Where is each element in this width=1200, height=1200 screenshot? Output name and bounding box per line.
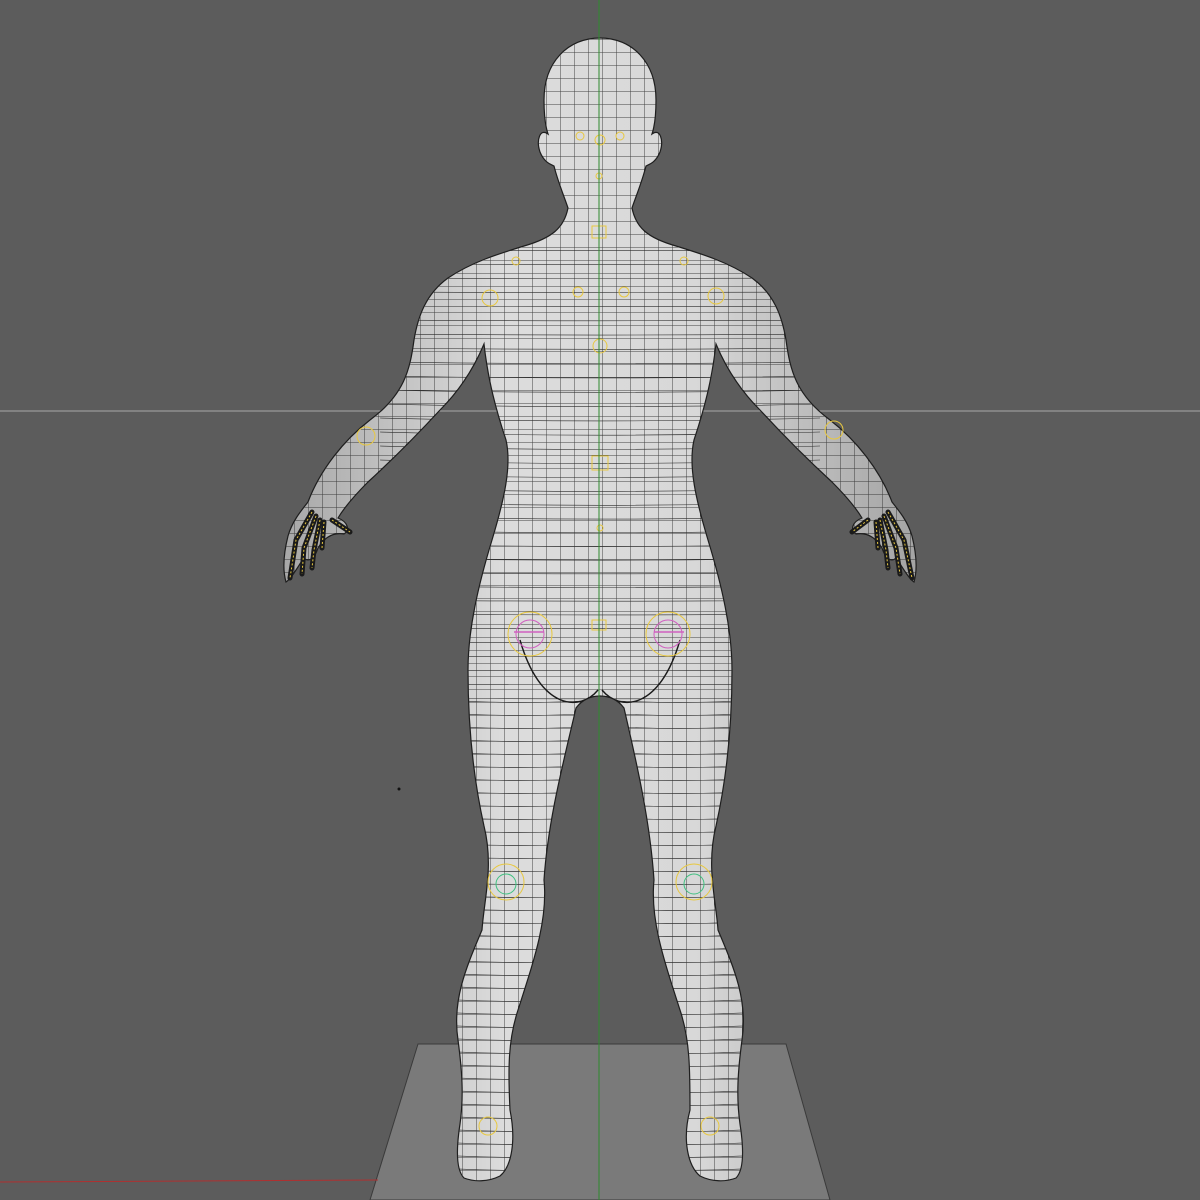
viewport-canvas[interactable] [0, 0, 1200, 1200]
ground-plane [369, 1043, 831, 1200]
3d-viewport[interactable] [0, 0, 1200, 1200]
stray-vertex-point [397, 787, 401, 791]
wireframe-overlay [283, 38, 917, 1181]
mesh-edge-loop [379, 697, 821, 700]
x-axis-line [0, 1179, 379, 1183]
character-mesh[interactable] [0, 0, 1200, 1200]
